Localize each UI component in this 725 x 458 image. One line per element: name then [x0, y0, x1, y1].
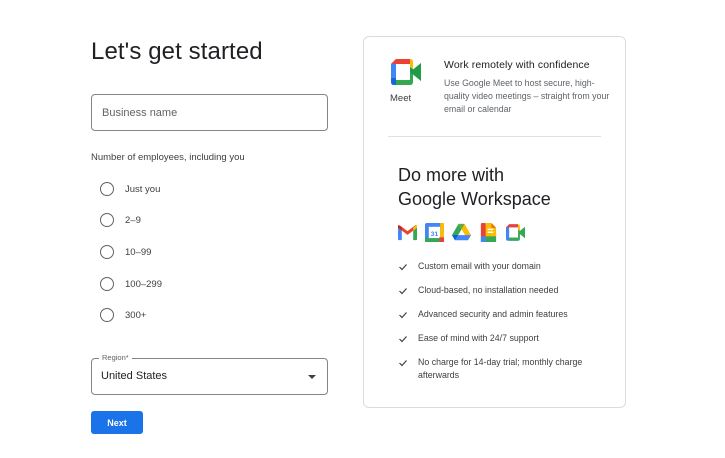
divider — [388, 136, 601, 137]
radio-button[interactable] — [100, 182, 114, 196]
check-icon — [399, 264, 407, 271]
check-icon — [399, 360, 407, 367]
radio-label: 100–299 — [125, 278, 162, 290]
radio-option-100-299[interactable]: 100–299 — [100, 277, 162, 291]
list-item: Custom email with your domain — [398, 260, 598, 273]
feature-text: Cloud-based, no installation needed — [418, 285, 559, 295]
employees-label: Number of employees, including you — [91, 152, 245, 163]
radio-button[interactable] — [100, 245, 114, 259]
list-item: No charge for 14-day trial; monthly char… — [398, 356, 598, 382]
list-item: Advanced security and admin features — [398, 308, 598, 321]
region-select[interactable]: Region* United States — [91, 353, 328, 395]
page-title: Let's get started — [91, 38, 263, 65]
feature-text: Advanced security and admin features — [418, 309, 568, 319]
workspace-heading: Do more with Google Workspace — [398, 163, 551, 211]
radio-label: 2–9 — [125, 214, 141, 226]
radio-option-300-plus[interactable]: 300+ — [100, 308, 146, 322]
workspace-promo-card: Meet Work remotely with confidence Use G… — [363, 36, 626, 408]
radio-label: 10–99 — [125, 246, 152, 258]
workspace-heading-line-1: Do more with — [398, 165, 505, 185]
radio-option-2-9[interactable]: 2–9 — [100, 213, 141, 227]
meet-logo-icon — [391, 59, 421, 85]
calendar-day-text: 31 — [431, 231, 439, 238]
feature-list: Custom email with your domain Cloud-base… — [398, 260, 598, 393]
radio-button[interactable] — [100, 277, 114, 291]
next-button[interactable]: Next — [91, 411, 143, 434]
feature-text: No charge for 14-day trial; monthly char… — [418, 357, 583, 380]
feature-text: Custom email with your domain — [418, 261, 541, 271]
meet-caption: Meet — [390, 93, 412, 104]
business-name-input[interactable] — [91, 94, 328, 131]
workspace-app-icons: 31 — [398, 223, 525, 242]
check-icon — [399, 336, 407, 343]
docs-icon — [480, 223, 497, 242]
meet-title: Work remotely with confidence — [444, 59, 590, 71]
feature-text: Ease of mind with 24/7 support — [418, 333, 539, 343]
check-icon — [399, 288, 407, 295]
radio-option-just-you[interactable]: Just you — [100, 182, 160, 196]
drive-icon — [452, 223, 471, 241]
list-item: Ease of mind with 24/7 support — [398, 332, 598, 345]
radio-label: Just you — [125, 183, 161, 195]
calendar-icon: 31 — [425, 223, 444, 242]
radio-label: 300+ — [125, 309, 147, 321]
check-icon — [399, 312, 407, 319]
region-value: United States — [101, 370, 168, 382]
radio-button[interactable] — [100, 308, 114, 322]
meet-icon — [506, 224, 525, 241]
workspace-heading-line-2: Google Workspace — [398, 189, 551, 209]
gmail-icon — [398, 224, 417, 241]
region-label: Region* — [99, 353, 132, 362]
radio-button[interactable] — [100, 213, 114, 227]
list-item: Cloud-based, no installation needed — [398, 284, 598, 297]
meet-description: Use Google Meet to host secure, high-qua… — [444, 78, 610, 114]
dropdown-arrow-icon[interactable] — [308, 375, 316, 379]
radio-option-10-99[interactable]: 10–99 — [100, 245, 151, 259]
